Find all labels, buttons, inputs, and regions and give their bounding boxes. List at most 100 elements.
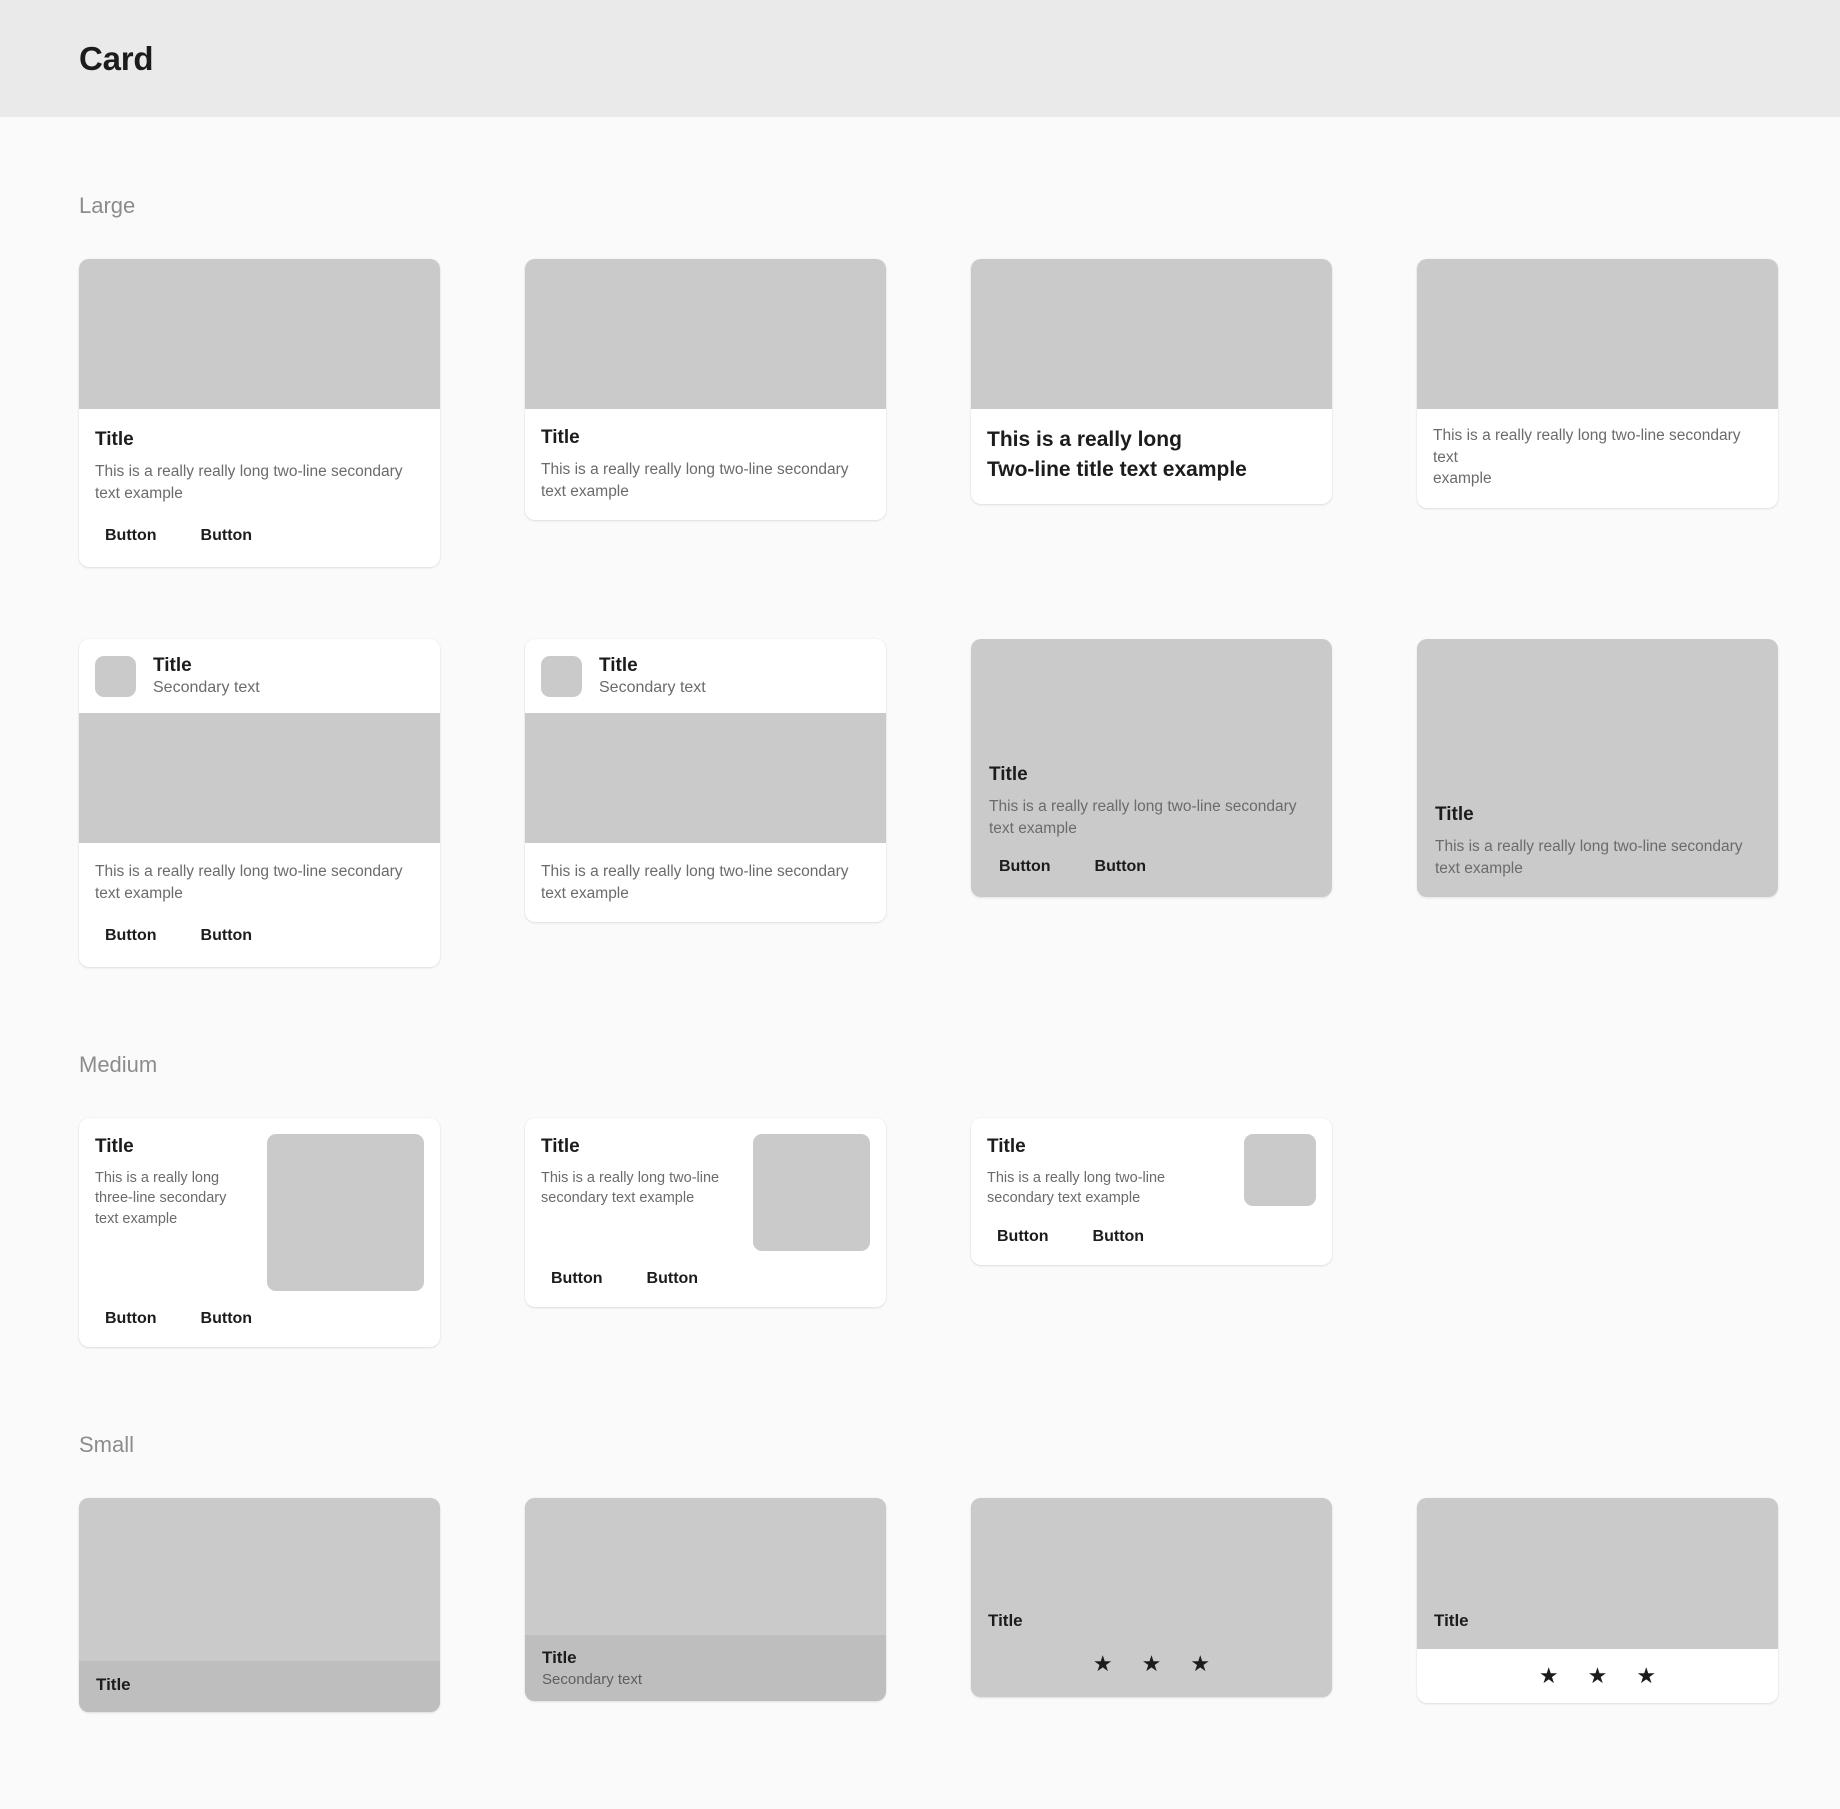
card-button-secondary[interactable]: Button: [1083, 1225, 1155, 1249]
card-button-primary[interactable]: Button: [541, 1267, 613, 1291]
card-secondary-text: This is a really really long two-line se…: [541, 863, 849, 902]
large-card-5-wrapper: Title Secondary text This is a really re…: [79, 639, 440, 968]
card-title: Title: [1434, 1611, 1469, 1631]
medium-card-1-wrapper: Title This is a really long three-line s…: [79, 1118, 440, 1348]
card-button-secondary[interactable]: Button: [191, 924, 263, 948]
card-button-secondary[interactable]: Button: [191, 524, 263, 548]
card-title: Title: [153, 655, 192, 677]
card-button-primary[interactable]: Button: [95, 1307, 167, 1331]
card-title: Title: [95, 429, 134, 450]
large-card-6[interactable]: Title Secondary text This is a really re…: [525, 639, 886, 923]
card-title-bar: Title Secondary text: [525, 1635, 886, 1702]
large-card-8[interactable]: Title This is a really really long two-l…: [1417, 639, 1778, 898]
star-icon[interactable]: ★: [1142, 1653, 1162, 1675]
card-actions: Button Button: [987, 1209, 1316, 1249]
star-icon[interactable]: ★: [1093, 1653, 1113, 1675]
card-thumbnail-image: [1244, 1134, 1316, 1207]
card-text-block: Title This is a really long two-line sec…: [541, 1134, 737, 1251]
medium-card-1[interactable]: Title This is a really long three-line s…: [79, 1118, 440, 1348]
card-content: Title This is a really really long two-l…: [79, 409, 440, 508]
card-secondary-text: This is a really long two-line secondary…: [987, 1170, 1166, 1207]
card-content: Title This is a really really long two-l…: [525, 409, 886, 520]
section-label-small: Small: [79, 1432, 135, 1458]
card-header-text: Title Secondary text: [153, 655, 260, 697]
small-card-3-wrapper: Title ★ ★ ★: [971, 1498, 1332, 1698]
card-actions: Button Button: [989, 839, 1314, 879]
large-card-7[interactable]: Title This is a really really long two-l…: [971, 639, 1332, 898]
card-button-primary[interactable]: Button: [95, 924, 167, 948]
card-text-block: Title This is a really long two-line sec…: [987, 1134, 1228, 1208]
card-title: Title: [542, 1648, 577, 1668]
card-button-primary[interactable]: Button: [95, 524, 167, 548]
small-card-4[interactable]: Title ★ ★ ★: [1417, 1498, 1778, 1704]
card-title: Title: [989, 764, 1028, 785]
card-header: Title Secondary text: [79, 639, 440, 713]
page-title: Card: [79, 39, 154, 77]
card-media-image: [525, 713, 886, 844]
medium-card-2[interactable]: Title This is a really long two-line sec…: [525, 1118, 886, 1308]
small-card-1[interactable]: Title: [79, 1498, 440, 1713]
card-text-block: Title This is a really long three-line s…: [95, 1134, 251, 1291]
card-media-image: [1417, 259, 1778, 409]
card-body: Title This is a really long three-line s…: [95, 1134, 424, 1292]
rating-stars[interactable]: ★ ★ ★: [1434, 1665, 1761, 1687]
large-card-4[interactable]: This is a really really long two-line se…: [1417, 259, 1778, 508]
large-card-3[interactable]: This is a really long Two-line title tex…: [971, 259, 1332, 504]
medium-card-2-wrapper: Title This is a really long two-line sec…: [525, 1118, 886, 1308]
small-row-1: Title Title Secondary text Title ★ ★ ★ T…: [79, 1498, 1778, 1713]
card-actions: Button Button: [79, 508, 440, 567]
card-title-bar: Title: [79, 1661, 440, 1713]
card-subtitle: Secondary text: [153, 679, 260, 697]
large-row-1: Title This is a really really long two-l…: [79, 259, 1778, 568]
large-card-1[interactable]: Title This is a really really long two-l…: [79, 259, 440, 568]
large-card-1-wrapper: Title This is a really really long two-l…: [79, 259, 440, 568]
card-title: Title: [541, 427, 580, 448]
section-label-medium: Medium: [79, 1052, 158, 1078]
card-secondary-text: This is a really long two-line secondary…: [541, 1170, 720, 1207]
card-content: This is a really long Two-line title tex…: [971, 409, 1332, 504]
card-button-secondary[interactable]: Button: [1085, 855, 1157, 879]
card-content: This is a really really long two-line se…: [1417, 409, 1778, 508]
card-title: Title: [988, 1611, 1023, 1631]
card-button-secondary[interactable]: Button: [637, 1267, 709, 1291]
large-card-7-wrapper: Title This is a really really long two-l…: [971, 639, 1332, 898]
card-title: Title: [987, 1136, 1026, 1158]
star-icon[interactable]: ★: [1588, 1665, 1608, 1687]
card-button-primary[interactable]: Button: [989, 855, 1061, 879]
small-card-2[interactable]: Title Secondary text: [525, 1498, 886, 1702]
section-small: Small Title Title Secondary text Title ★…: [0, 1432, 1840, 1713]
large-card-2[interactable]: Title This is a really really long two-l…: [525, 259, 886, 521]
card-actions: Button Button: [95, 1291, 424, 1331]
card-secondary-text: This is a really really long two-line se…: [95, 863, 403, 902]
card-secondary-text: This is a really really long two-line se…: [95, 463, 403, 502]
large-row-2: Title Secondary text This is a really re…: [79, 639, 1778, 968]
large-card-5[interactable]: Title Secondary text This is a really re…: [79, 639, 440, 968]
star-icon[interactable]: ★: [1539, 1665, 1559, 1687]
medium-card-3[interactable]: Title This is a really long two-line sec…: [971, 1118, 1332, 1265]
card-media-image: [1417, 1498, 1778, 1612]
medium-row-1: Title This is a really long three-line s…: [79, 1118, 1761, 1348]
card-secondary-text-line-1: This is a really really long two-line se…: [1433, 427, 1741, 466]
card-secondary-text: This is a really really long two-line se…: [541, 461, 849, 500]
card-button-primary[interactable]: Button: [987, 1225, 1059, 1249]
small-card-1-wrapper: Title: [79, 1498, 440, 1713]
avatar: [541, 655, 582, 697]
card-button-secondary[interactable]: Button: [191, 1307, 263, 1331]
star-icon[interactable]: ★: [1636, 1665, 1656, 1687]
card-body: Title This is a really long two-line sec…: [541, 1134, 870, 1252]
large-card-6-wrapper: Title Secondary text This is a really re…: [525, 639, 886, 923]
section-large: Large Title This is a really really long…: [0, 193, 1840, 968]
rating-stars[interactable]: ★ ★ ★: [971, 1653, 1332, 1675]
card-title: Title: [95, 1136, 134, 1158]
card-rating-bar: ★ ★ ★: [1417, 1649, 1778, 1704]
large-card-3-wrapper: This is a really long Two-line title tex…: [971, 259, 1332, 504]
avatar: [95, 655, 136, 697]
card-title: Title: [1435, 804, 1474, 825]
card-secondary-text-line-2: example: [1433, 470, 1492, 488]
small-card-3[interactable]: Title ★ ★ ★: [971, 1498, 1332, 1698]
card-media-image: [79, 1498, 440, 1662]
card-media-image: [971, 1498, 1332, 1612]
star-icon[interactable]: ★: [1190, 1653, 1210, 1675]
card-title-line-2: Two-line title text example: [987, 458, 1247, 482]
app-header: Card: [0, 0, 1840, 117]
